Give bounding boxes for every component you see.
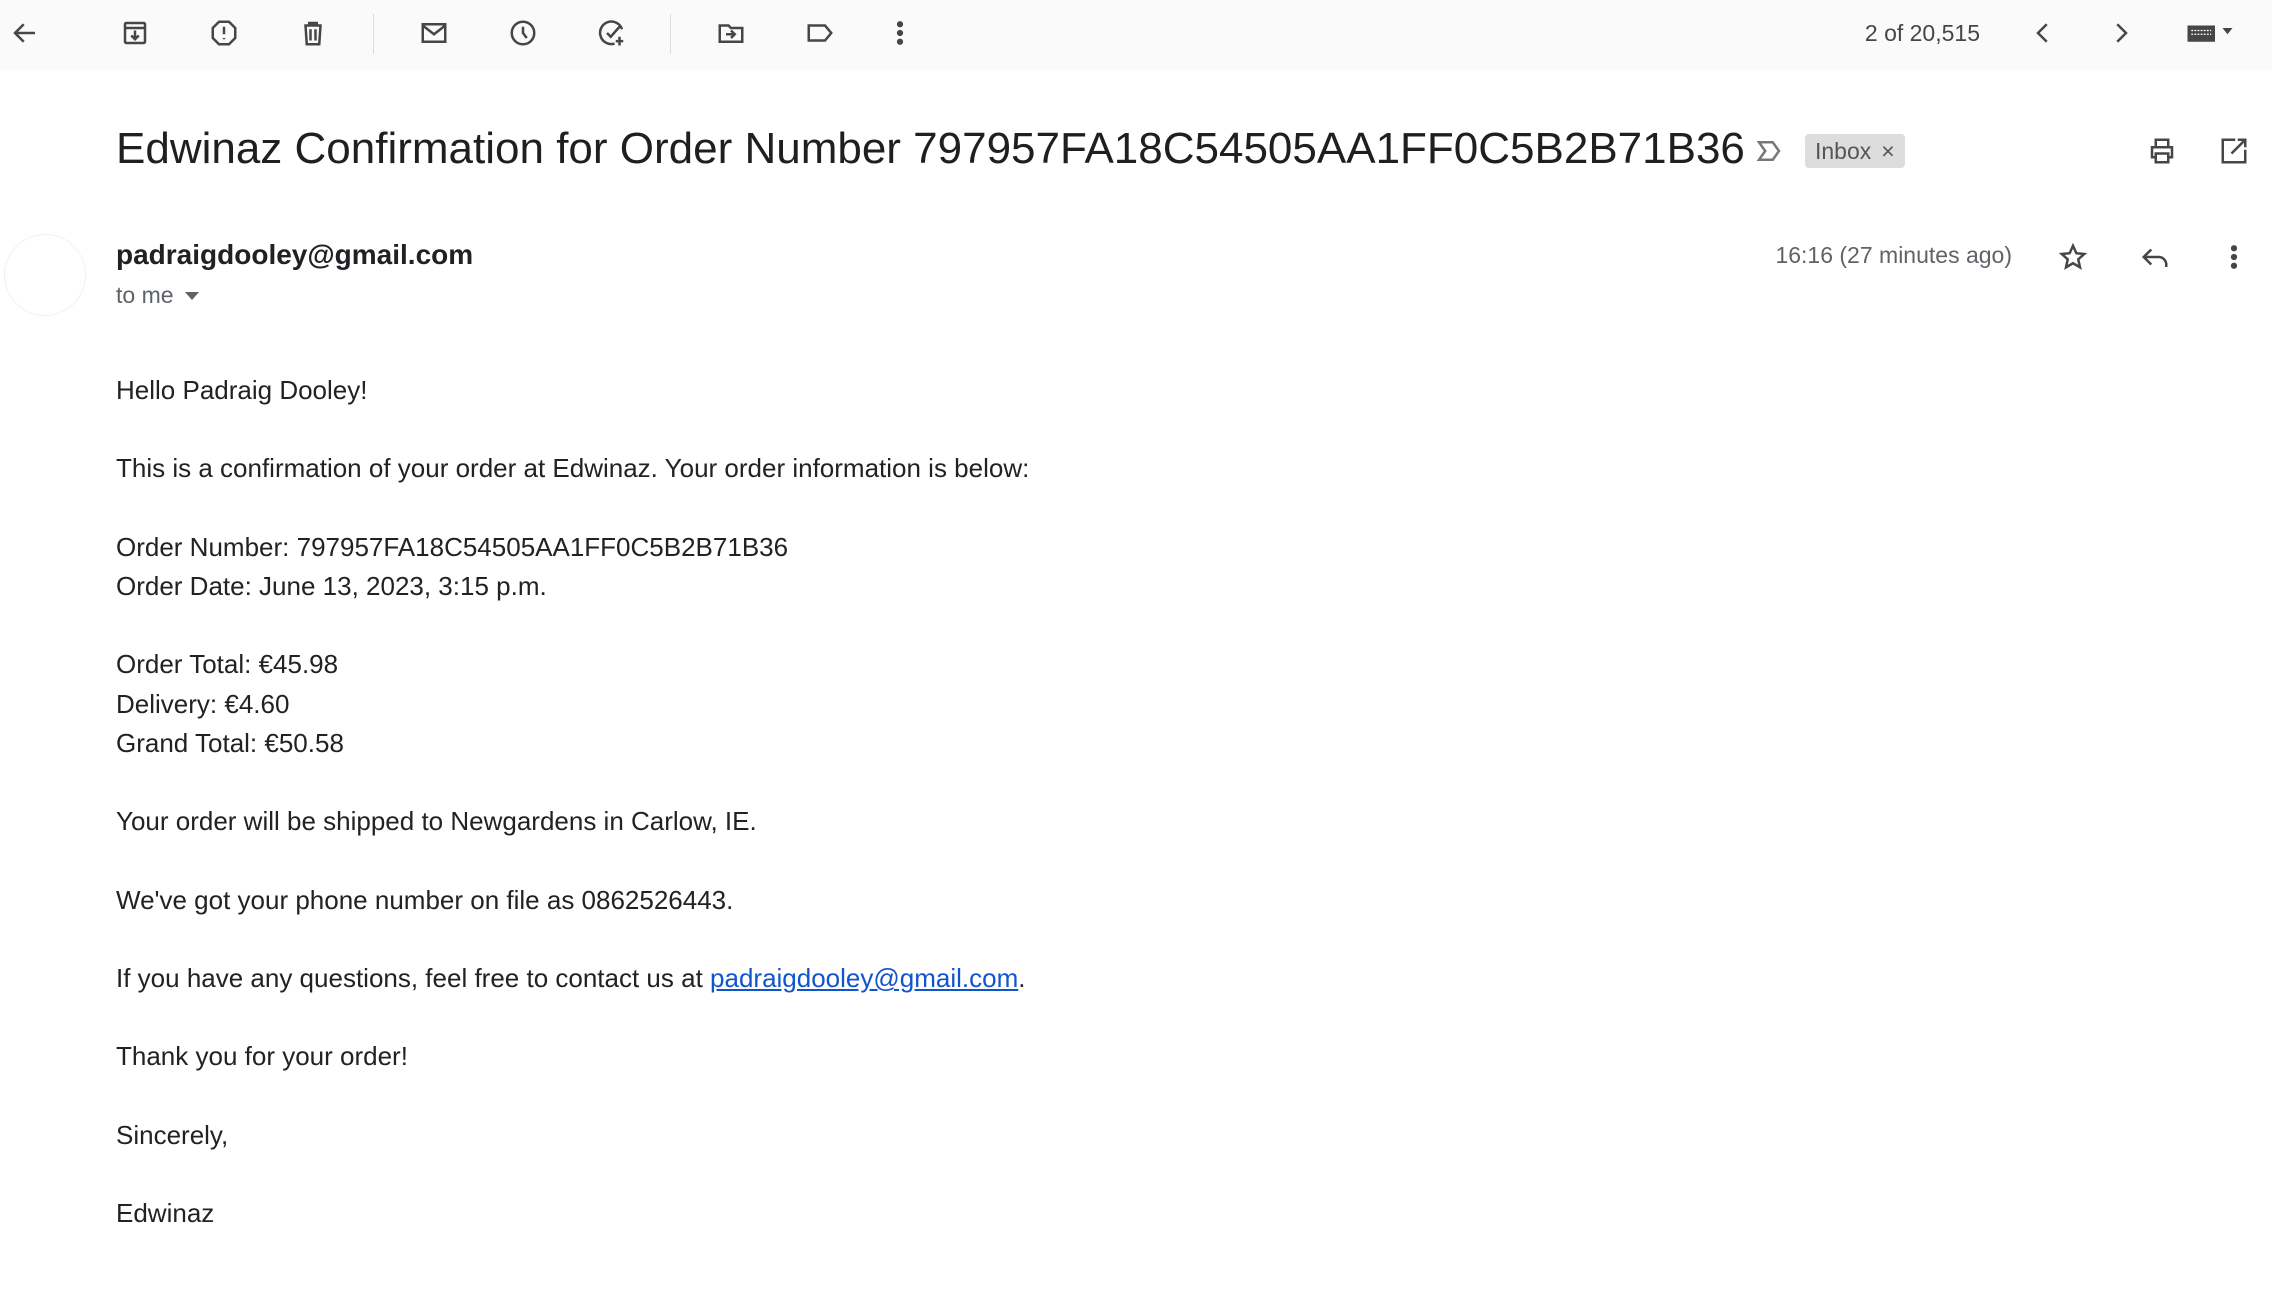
snooze-icon[interactable] [503, 13, 543, 53]
contact-email-link[interactable]: padraigdooley@gmail.com [710, 963, 1018, 993]
label-icon[interactable] [800, 13, 840, 53]
open-new-window-icon[interactable] [2214, 131, 2254, 171]
pagination-count: 2 of 20,515 [1864, 20, 1980, 46]
sender-avatar [4, 234, 86, 316]
shipping-info: Your order will be shipped to Newgardens… [116, 806, 757, 837]
contact-info: If you have any questions, feel free to … [116, 959, 1029, 998]
importance-marker-icon[interactable] [1749, 131, 1789, 171]
more-vert-icon[interactable] [880, 13, 920, 53]
signoff: Sincerely, [116, 1119, 229, 1150]
phone-info: We've got your phone number on file as 0… [116, 884, 734, 915]
newer-chevron-icon[interactable] [2023, 13, 2063, 53]
intro-text: This is a confirmation of your order at … [116, 453, 1030, 484]
greeting: Hello Padraig Dooley! [116, 375, 368, 405]
recipient-toggle[interactable]: to me [116, 282, 200, 309]
toolbar-divider [373, 14, 374, 54]
signature: Edwinaz [116, 1198, 215, 1229]
toolbar: 2 of 20,515 [0, 0, 2272, 70]
message-more-icon[interactable] [2214, 237, 2254, 277]
label-chip-text: Inbox [1815, 137, 1872, 164]
reply-icon[interactable] [2135, 237, 2175, 277]
back-arrow-icon[interactable] [5, 13, 45, 53]
chevron-down-icon[interactable] [184, 291, 200, 301]
add-task-icon[interactable] [592, 13, 632, 53]
star-icon[interactable] [2053, 237, 2093, 277]
recipient-text: to me [116, 282, 174, 308]
move-to-icon[interactable] [711, 13, 751, 53]
delete-icon[interactable] [293, 13, 333, 53]
contact-suffix: . [1018, 962, 1026, 993]
grand-total: Grand Total: €50.58 [116, 727, 344, 758]
order-number: Order Number: 797957FA18C54505AA1FF0C5B2… [116, 531, 789, 562]
toolbar-divider [670, 14, 671, 54]
archive-icon[interactable] [115, 13, 155, 53]
order-date: Order Date: June 13, 2023, 3:15 p.m. [116, 570, 547, 601]
mark-unread-icon[interactable] [414, 13, 454, 53]
print-icon[interactable] [2142, 131, 2182, 171]
order-totals: Order Total: €45.98 Delivery: €4.60 Gran… [116, 645, 1029, 763]
contact-prefix: If you have any questions, feel free to … [116, 962, 711, 993]
message-timestamp: 16:16 (27 minutes ago) [1775, 242, 2012, 268]
order-total: Order Total: €45.98 [116, 649, 339, 680]
email-body: Hello Padraig Dooley! This is a confirma… [116, 371, 1029, 1273]
delivery-cost: Delivery: €4.60 [116, 688, 290, 719]
sender-email[interactable]: padraigdooley@gmail.com [116, 239, 473, 271]
order-details: Order Number: 797957FA18C54505AA1FF0C5B2… [116, 528, 1029, 606]
email-subject: Edwinaz Confirmation for Order Number 79… [116, 124, 1745, 173]
thanks-text: Thank you for your order! [116, 1041, 408, 1072]
remove-label-button[interactable]: × [1881, 138, 1894, 165]
inbox-label-chip: Inbox × [1805, 134, 1905, 168]
report-spam-icon[interactable] [204, 13, 244, 53]
older-chevron-icon[interactable] [2101, 13, 2141, 53]
input-tools-keyboard-icon[interactable] [2175, 13, 2245, 53]
